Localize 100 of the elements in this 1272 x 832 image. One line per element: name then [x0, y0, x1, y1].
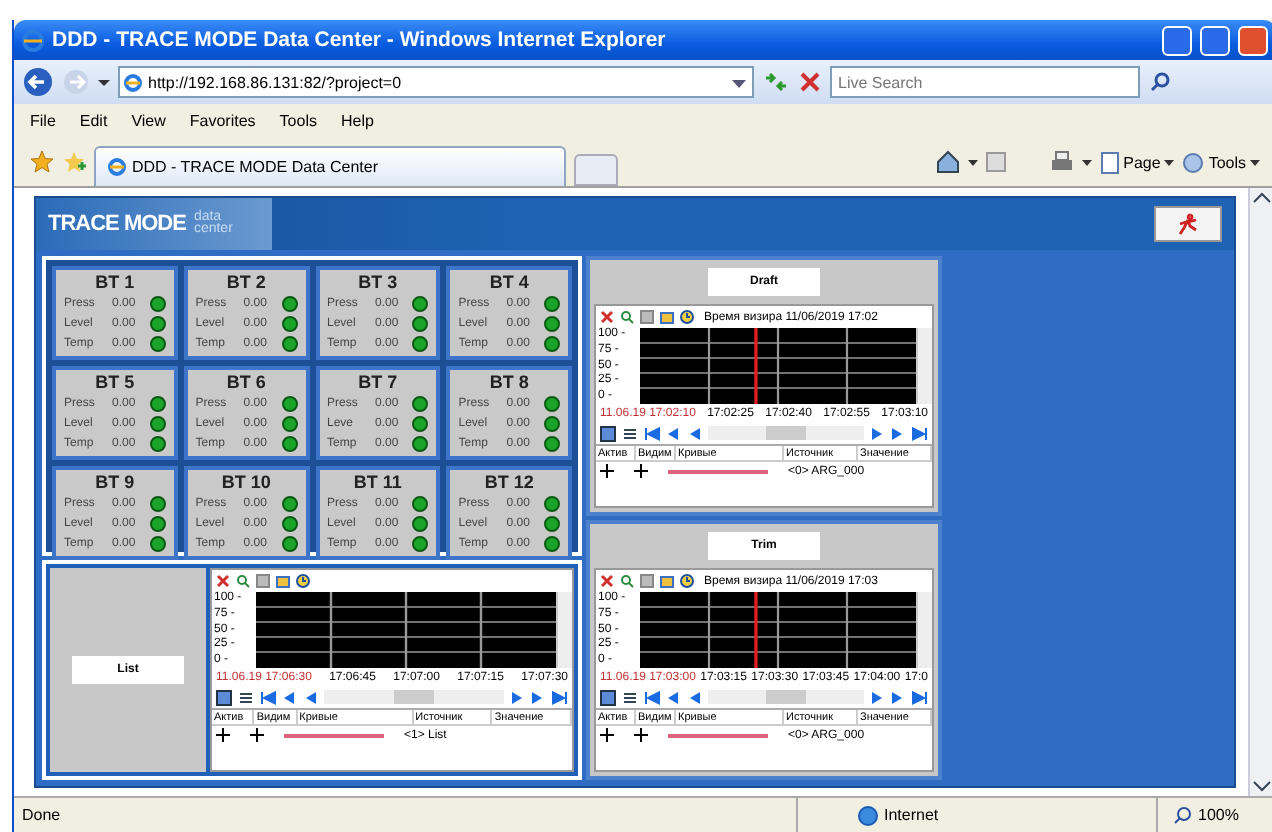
print-icon[interactable]: [1049, 150, 1074, 174]
save-icon[interactable]: [216, 689, 232, 705]
scrollbar[interactable]: [916, 592, 932, 668]
refresh-icon[interactable]: [762, 70, 790, 94]
fast-forward-icon[interactable]: [530, 689, 546, 705]
zoom-icon[interactable]: [620, 574, 634, 588]
fast-back-icon[interactable]: [282, 689, 298, 705]
crosshair-icon: [634, 464, 648, 478]
tank-title: BT 2: [224, 272, 268, 294]
last-icon[interactable]: [912, 425, 928, 441]
search-icon[interactable]: [1148, 70, 1172, 94]
tank-title: BT 7: [356, 372, 400, 394]
crosshair-icon: [600, 464, 614, 478]
tank-title: BT 8: [487, 372, 531, 394]
globe-icon: [858, 805, 878, 825]
add-favorite-icon[interactable]: [62, 150, 86, 174]
pen-line: [668, 733, 768, 737]
page-icon: [1099, 151, 1120, 173]
tank-title: BT 3: [356, 272, 400, 294]
address-field[interactable]: http://192.168.86.131:82/?project=0: [118, 66, 754, 98]
scroll-up-icon[interactable]: [1250, 188, 1272, 208]
crosshair-icon: [216, 728, 230, 742]
tank-title: BT 5: [93, 372, 137, 394]
back-icon[interactable]: [688, 425, 702, 441]
crosshair-icon: [600, 728, 614, 742]
page-scrollbar[interactable]: [1248, 188, 1272, 796]
scroll-down-icon[interactable]: [1250, 776, 1272, 796]
save-icon[interactable]: [600, 425, 616, 441]
tank-title: BT 6: [224, 372, 268, 394]
browser-tab[interactable]: DDD - TRACE MODE Data Center: [94, 146, 566, 186]
maximize-button[interactable]: [1200, 25, 1230, 55]
search-field[interactable]: Live Search: [830, 66, 1140, 98]
caret-icon[interactable]: [1081, 157, 1092, 167]
cut-icon[interactable]: [600, 310, 614, 324]
minimize-button[interactable]: [1162, 25, 1192, 55]
crosshair-icon: [634, 728, 648, 742]
fast-back-icon[interactable]: [666, 425, 682, 441]
fast-back-icon[interactable]: [666, 689, 682, 705]
menu-item[interactable]: Tools: [279, 112, 317, 130]
list-icon[interactable]: [238, 689, 254, 705]
time-scrollbar[interactable]: [708, 690, 864, 704]
back-icon[interactable]: [688, 689, 702, 705]
back-icon[interactable]: [304, 689, 318, 705]
tank-title: BT 9: [93, 472, 137, 494]
menu-item[interactable]: Help: [340, 112, 374, 130]
menu-item[interactable]: Favorites: [189, 112, 256, 130]
run-button[interactable]: [1154, 206, 1222, 242]
forward-icon[interactable]: [870, 425, 884, 441]
caret-icon: [1164, 157, 1175, 167]
zoom-icon[interactable]: [620, 310, 634, 324]
ie-icon: [22, 29, 44, 51]
tank-title: BT 12: [482, 472, 536, 494]
command-button[interactable]: Tools: [1182, 151, 1260, 173]
list-icon[interactable]: [622, 689, 638, 705]
first-icon[interactable]: [644, 689, 660, 705]
status-text: Done: [20, 806, 63, 824]
tank-title: BT 1: [93, 272, 137, 294]
stop-icon[interactable]: [798, 70, 822, 94]
save-icon[interactable]: [600, 689, 616, 705]
cut-icon[interactable]: [600, 574, 614, 588]
ie-icon: [124, 73, 142, 91]
forward-icon[interactable]: [510, 689, 524, 705]
caret-icon[interactable]: [98, 76, 110, 88]
time-scrollbar[interactable]: [708, 426, 864, 440]
clock-icon[interactable]: [680, 310, 694, 324]
folder-icon[interactable]: [660, 310, 674, 324]
last-icon[interactable]: [552, 689, 568, 705]
caret-icon[interactable]: [967, 157, 978, 167]
security-zone: Internet: [884, 806, 939, 824]
fast-forward-icon[interactable]: [890, 425, 906, 441]
first-icon[interactable]: [260, 689, 276, 705]
cut-icon[interactable]: [216, 574, 230, 588]
ie-icon: [108, 158, 126, 176]
folder-icon[interactable]: [660, 574, 674, 588]
command-button[interactable]: Page: [1099, 151, 1175, 173]
menu-item[interactable]: View: [131, 112, 166, 130]
folder-icon[interactable]: [276, 574, 290, 588]
favorites-star-icon[interactable]: [30, 150, 54, 174]
tank-title: BT 4: [487, 272, 531, 294]
close-button[interactable]: [1238, 25, 1268, 55]
back-button-icon[interactable]: [22, 66, 54, 98]
time-scrollbar[interactable]: [324, 690, 504, 704]
zoom-icon[interactable]: [236, 574, 250, 588]
clock-icon[interactable]: [296, 574, 310, 588]
scrollbar[interactable]: [556, 592, 572, 668]
first-icon[interactable]: [644, 425, 660, 441]
pen-line: [668, 469, 768, 473]
menu-item[interactable]: File: [30, 112, 56, 130]
list-icon[interactable]: [622, 425, 638, 441]
forward-icon[interactable]: [870, 689, 884, 705]
tank-title: BT 11: [351, 472, 404, 494]
window-title: DDD - TRACE MODE Data Center - Windows Internet Explorer: [52, 28, 668, 52]
fast-forward-icon[interactable]: [890, 689, 906, 705]
menu-item[interactable]: Edit: [79, 112, 108, 130]
scrollbar[interactable]: [916, 328, 932, 404]
home-icon[interactable]: [935, 150, 960, 174]
running-figure-icon: [1178, 212, 1198, 236]
zoom-control[interactable]: 100%: [1156, 798, 1272, 832]
clock-icon[interactable]: [680, 574, 694, 588]
last-icon[interactable]: [912, 689, 928, 705]
